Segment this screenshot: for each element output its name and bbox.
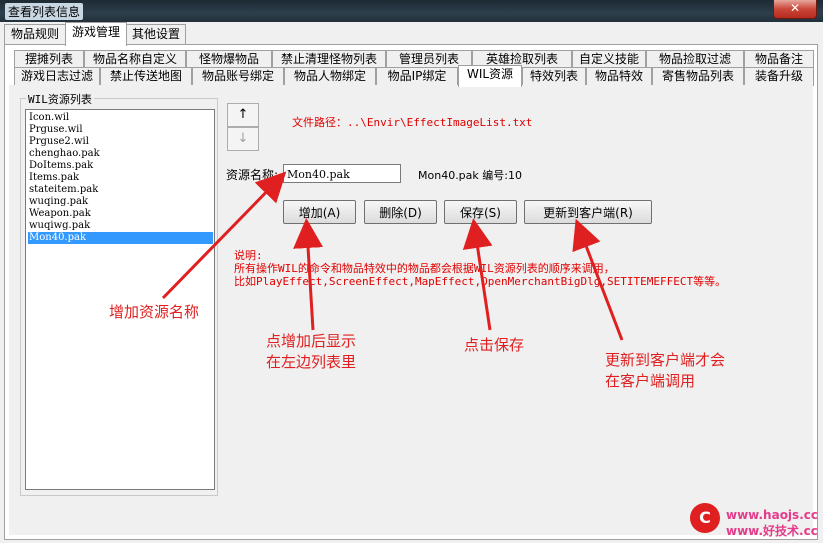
arrow-to-add-button <box>293 218 324 331</box>
annotation-arrows <box>161 171 624 341</box>
tab-game-management[interactable]: 游戏管理 <box>65 22 127 46</box>
arrow-to-save-button <box>462 218 493 331</box>
annotation-after-add-2: 在左边列表里 <box>266 353 357 371</box>
annotation-add-name: 增加资源名称 <box>109 303 200 321</box>
annotation-update-1: 更新到客户端才会 <box>605 351 726 369</box>
annotation-after-add-1: 点增加后显示 <box>266 332 357 350</box>
watermark-site: www.haojs.cc <box>726 508 818 522</box>
arrow-to-resource-input <box>161 171 287 300</box>
annotation-update-2: 在客户端调用 <box>605 372 696 390</box>
watermark-site-2: www.好技术.cc <box>726 524 818 538</box>
annotation-click-save: 点击保存 <box>464 336 525 354</box>
subtab-wil-resources[interactable]: WIL资源 <box>458 65 522 87</box>
arrow-to-update-button <box>572 218 624 341</box>
watermark-logo-icon: C <box>690 503 720 533</box>
